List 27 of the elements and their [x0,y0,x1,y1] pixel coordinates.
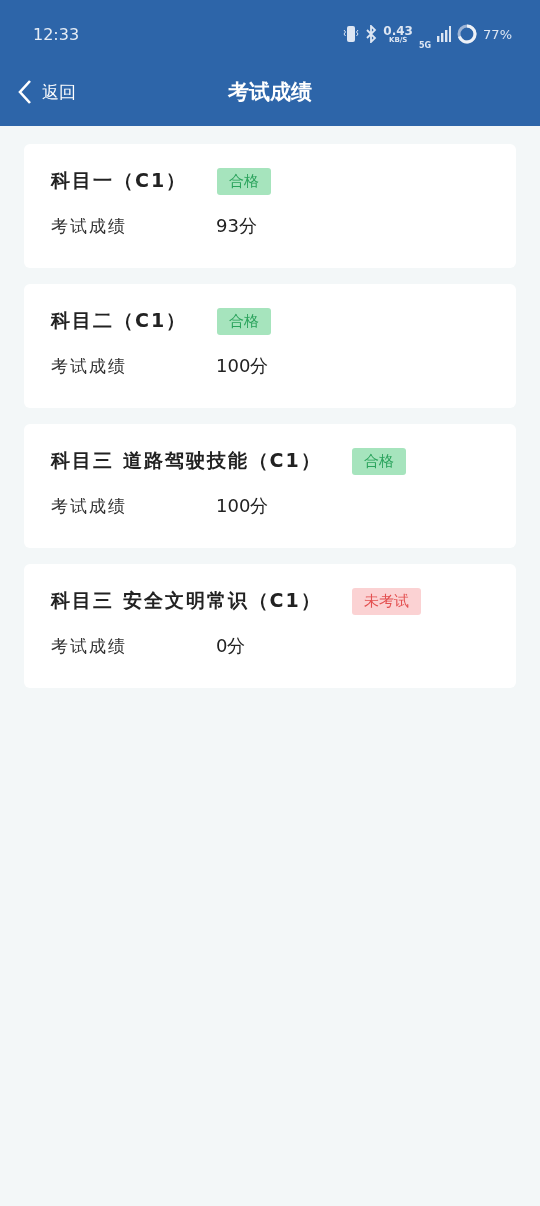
subject-name: 科目三 道路驾驶技能（C1） [51,448,322,473]
score-label: 考试成绩 [51,354,128,378]
back-icon [18,79,32,105]
subject-name: 科目三 安全文明常识（C1） [51,588,322,613]
score-value: 0分 [216,634,246,658]
signal-icon [437,26,452,42]
score-value: 93分 [216,214,257,238]
page-title: 考试成绩 [227,79,313,106]
battery-icon [457,24,478,44]
status-badge: 未考试 [351,587,421,615]
vibrate-icon [343,25,360,43]
subject-name: 科目一（C1） [51,168,188,193]
score-label: 考试成绩 [51,634,128,658]
network-speed: 0.43 [383,24,413,37]
back-button[interactable]: 返回 [18,79,76,105]
score-value: 100分 [216,494,269,518]
subject-name: 科目二（C1） [51,308,188,333]
score-label: 考试成绩 [51,494,128,518]
score-label: 考试成绩 [51,214,128,238]
status-badge: 合格 [217,167,272,195]
battery-level: 77% [483,26,512,42]
network-type: 5G [418,40,432,50]
bluetooth-icon [365,25,378,43]
status-badge: 合格 [351,447,406,475]
status-time: 12:33 [33,24,80,44]
status-badge: 合格 [217,307,272,335]
score-value: 100分 [216,354,269,378]
